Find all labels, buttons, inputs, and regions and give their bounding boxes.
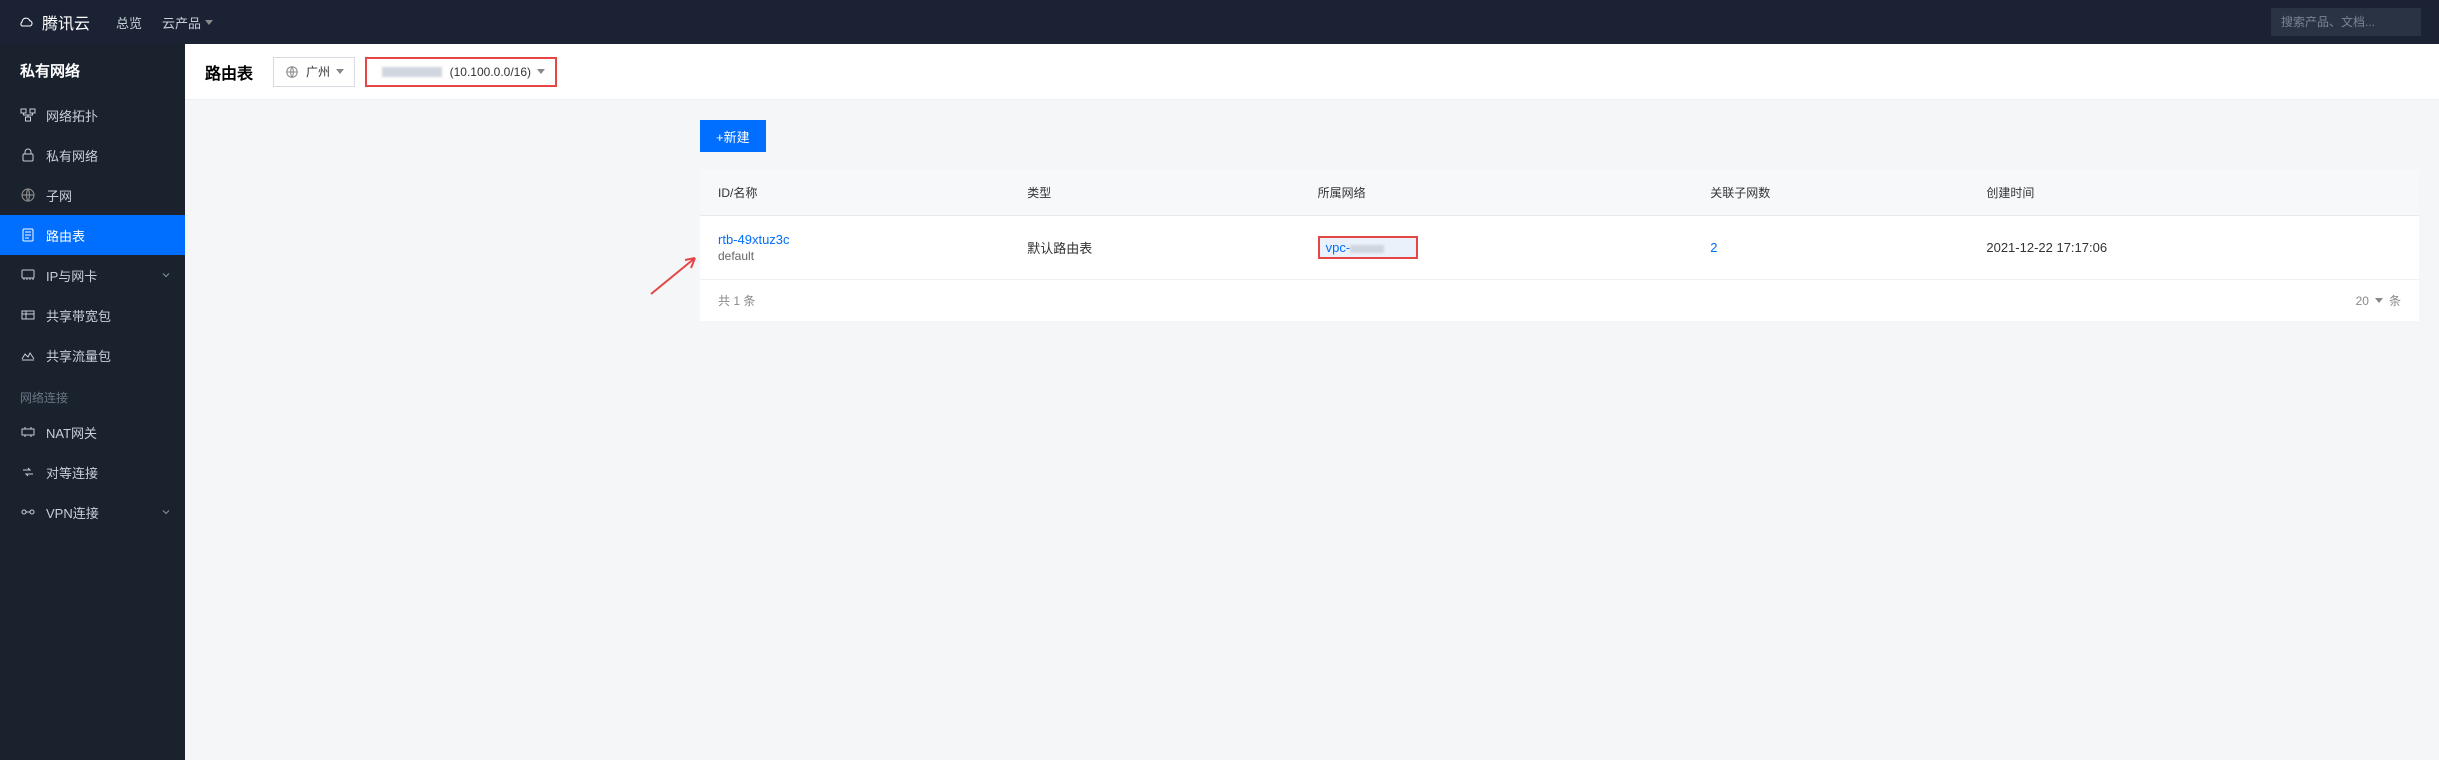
cell-type: 默认路由表	[1009, 216, 1299, 280]
sidebar: 私有网络 网络拓扑 私有网络 子网 路由表 IP与网卡 共享带宽包	[0, 44, 185, 760]
bandwidth-icon	[20, 307, 36, 323]
vpc-cidr-label: (10.100.0.0/16)	[450, 65, 531, 79]
page-size-unit: 条	[2389, 292, 2401, 309]
sidebar-item-topology[interactable]: 网络拓扑	[0, 95, 185, 135]
sidebar-item-label: 共享带宽包	[46, 306, 111, 325]
route-table-name: default	[718, 249, 991, 263]
pagination: 共 1 条 20 条	[700, 280, 2419, 321]
chevron-down-icon	[336, 69, 344, 74]
nic-icon	[20, 267, 36, 283]
sidebar-item-vpc[interactable]: 私有网络	[0, 135, 185, 175]
sidebar-title: 私有网络	[0, 44, 185, 95]
chevron-down-icon	[161, 268, 171, 283]
sidebar-item-label: 私有网络	[46, 146, 98, 165]
sidebar-item-label: 对等连接	[46, 463, 98, 482]
traffic-icon	[20, 347, 36, 363]
brand-logo[interactable]: 腾讯云	[18, 10, 90, 34]
globe-icon	[284, 64, 300, 80]
chevron-down-icon	[161, 505, 171, 520]
col-vpc: 所属网络	[1300, 170, 1693, 216]
cloud-icon	[18, 14, 34, 30]
sidebar-item-label: NAT网关	[46, 423, 97, 442]
sidebar-item-peering[interactable]: 对等连接	[0, 452, 185, 492]
redacted-vpc-name	[382, 67, 442, 77]
nat-icon	[20, 424, 36, 440]
vpn-icon	[20, 504, 36, 520]
brand-text: 腾讯云	[42, 10, 90, 34]
sidebar-item-route-table[interactable]: 路由表	[0, 215, 185, 255]
global-search-input[interactable]	[2271, 8, 2421, 36]
region-label: 广州	[306, 63, 330, 80]
col-id-name: ID/名称	[700, 170, 1009, 216]
region-selector[interactable]: 广州	[273, 57, 355, 87]
table-row: rtb-49xtuz3c default 默认路由表 vpc- 2 2021-1…	[700, 216, 2419, 280]
main-content: 路由表 广州 (10.100.0.0/16) +新建	[185, 44, 2439, 760]
col-subnet-count: 关联子网数	[1692, 170, 1968, 216]
sidebar-item-label: 路由表	[46, 226, 85, 245]
sidebar-item-bandwidth-package[interactable]: 共享带宽包	[0, 295, 185, 335]
chevron-down-icon	[537, 69, 545, 74]
total-count-label: 共 1 条	[718, 292, 755, 309]
page-header: 路由表 广州 (10.100.0.0/16)	[185, 44, 2439, 100]
sidebar-item-subnet[interactable]: 子网	[0, 175, 185, 215]
new-button[interactable]: +新建	[700, 120, 766, 152]
top-nav: 腾讯云 总览 云产品	[0, 0, 2439, 44]
vpc-selector[interactable]: (10.100.0.0/16)	[365, 57, 557, 87]
route-table-panel: ID/名称 类型 所属网络 关联子网数 创建时间 rtb-49xtuz3c de…	[700, 170, 2419, 321]
sidebar-item-label: 共享流量包	[46, 346, 111, 365]
page-title: 路由表	[205, 60, 253, 84]
col-type: 类型	[1009, 170, 1299, 216]
sidebar-item-nat-gateway[interactable]: NAT网关	[0, 412, 185, 452]
cell-created: 2021-12-22 17:17:06	[1968, 216, 2419, 280]
nav-products[interactable]: 云产品	[162, 13, 213, 32]
col-created: 创建时间	[1968, 170, 2419, 216]
sidebar-item-traffic-package[interactable]: 共享流量包	[0, 335, 185, 375]
vpc-link[interactable]: vpc-	[1318, 236, 1419, 259]
lock-icon	[20, 147, 36, 163]
page-size-value[interactable]: 20	[2356, 294, 2369, 308]
annotation-arrow	[647, 252, 701, 298]
peering-icon	[20, 464, 36, 480]
subnet-count-link[interactable]: 2	[1710, 240, 1717, 255]
sidebar-item-label: VPN连接	[46, 503, 99, 522]
globe-icon	[20, 187, 36, 203]
nav-overview[interactable]: 总览	[116, 13, 142, 32]
doc-icon	[20, 227, 36, 243]
topology-icon	[20, 107, 36, 123]
sidebar-item-label: 网络拓扑	[46, 106, 98, 125]
sidebar-item-vpn[interactable]: VPN连接	[0, 492, 185, 532]
chevron-down-icon	[205, 20, 213, 25]
sidebar-item-ip-eni[interactable]: IP与网卡	[0, 255, 185, 295]
route-table: ID/名称 类型 所属网络 关联子网数 创建时间 rtb-49xtuz3c de…	[700, 170, 2419, 280]
sidebar-item-label: 子网	[46, 186, 72, 205]
chevron-down-icon	[2375, 298, 2383, 303]
sidebar-group-network-connect: 网络连接	[0, 375, 185, 412]
route-table-id-link[interactable]: rtb-49xtuz3c	[718, 232, 790, 247]
sidebar-item-label: IP与网卡	[46, 266, 97, 285]
